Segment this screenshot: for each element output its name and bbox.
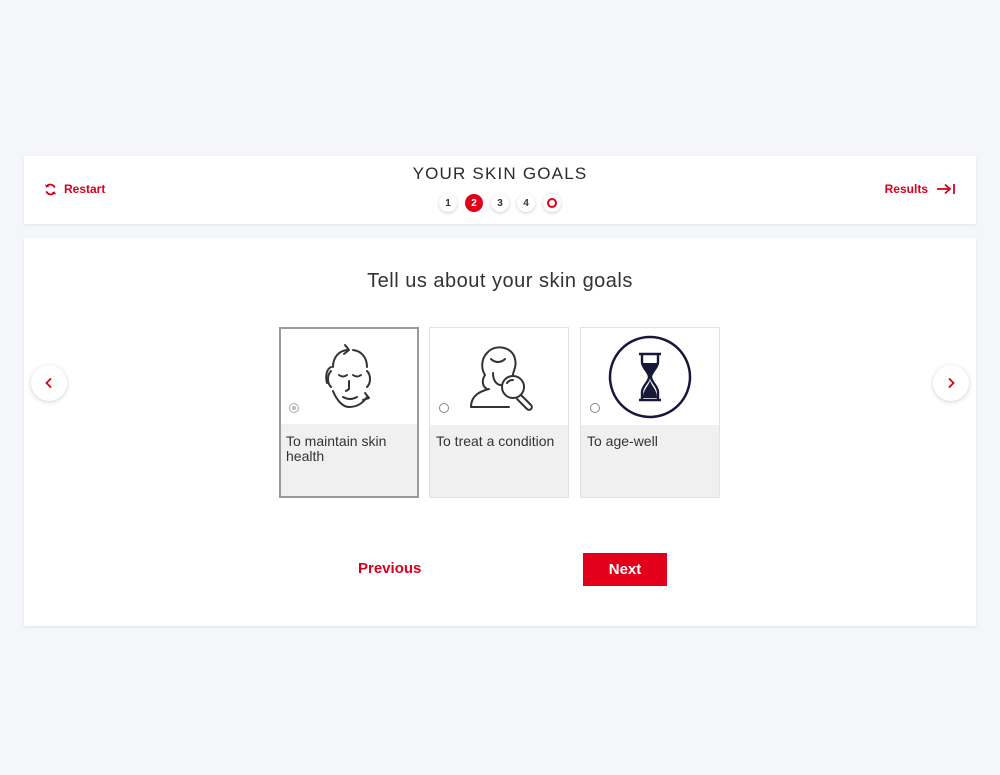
previous-button[interactable]: Previous	[358, 560, 421, 577]
step-indicator: 1 2 3 4	[24, 194, 976, 212]
option-image	[281, 329, 417, 424]
option-label: To treat a condition	[436, 433, 555, 449]
question-panel: Tell us about your skin goals To maintai…	[24, 238, 976, 626]
chevron-left-icon	[45, 377, 52, 389]
option-card-treat[interactable]: To treat a condition	[429, 327, 569, 498]
carousel-next-button[interactable]	[933, 365, 969, 401]
step-final[interactable]	[543, 194, 561, 212]
page-title: YOUR SKIN GOALS	[412, 164, 588, 183]
arrow-to-end-icon	[937, 183, 955, 195]
option-image	[430, 328, 568, 425]
hourglass-icon	[608, 335, 692, 418]
option-card-age-well[interactable]: To age-well	[580, 327, 720, 498]
option-card-maintain[interactable]: To maintain skin health	[279, 327, 419, 498]
magnifier-face-icon	[470, 345, 533, 411]
results-label: Results	[884, 182, 928, 196]
radio-button[interactable]	[289, 403, 299, 413]
quiz-header: Restart YOUR SKIN GOALS 1 2 3 4 Results	[24, 156, 976, 224]
step-2[interactable]: 2	[465, 194, 483, 212]
option-image	[581, 328, 719, 425]
step-3[interactable]: 3	[491, 194, 509, 212]
option-label: To age-well	[587, 433, 658, 449]
radio-button[interactable]	[590, 403, 600, 413]
radio-button[interactable]	[439, 403, 449, 413]
next-button[interactable]: Next	[583, 553, 667, 586]
option-label: To maintain skin health	[286, 433, 387, 464]
carousel-prev-button[interactable]	[31, 365, 67, 401]
question-title: Tell us about your skin goals	[367, 270, 633, 292]
face-arrows-icon	[325, 343, 371, 408]
step-1[interactable]: 1	[439, 194, 457, 212]
ring-icon	[547, 198, 557, 208]
step-4[interactable]: 4	[517, 194, 535, 212]
results-button[interactable]: Results	[885, 182, 956, 196]
chevron-right-icon	[948, 377, 955, 389]
